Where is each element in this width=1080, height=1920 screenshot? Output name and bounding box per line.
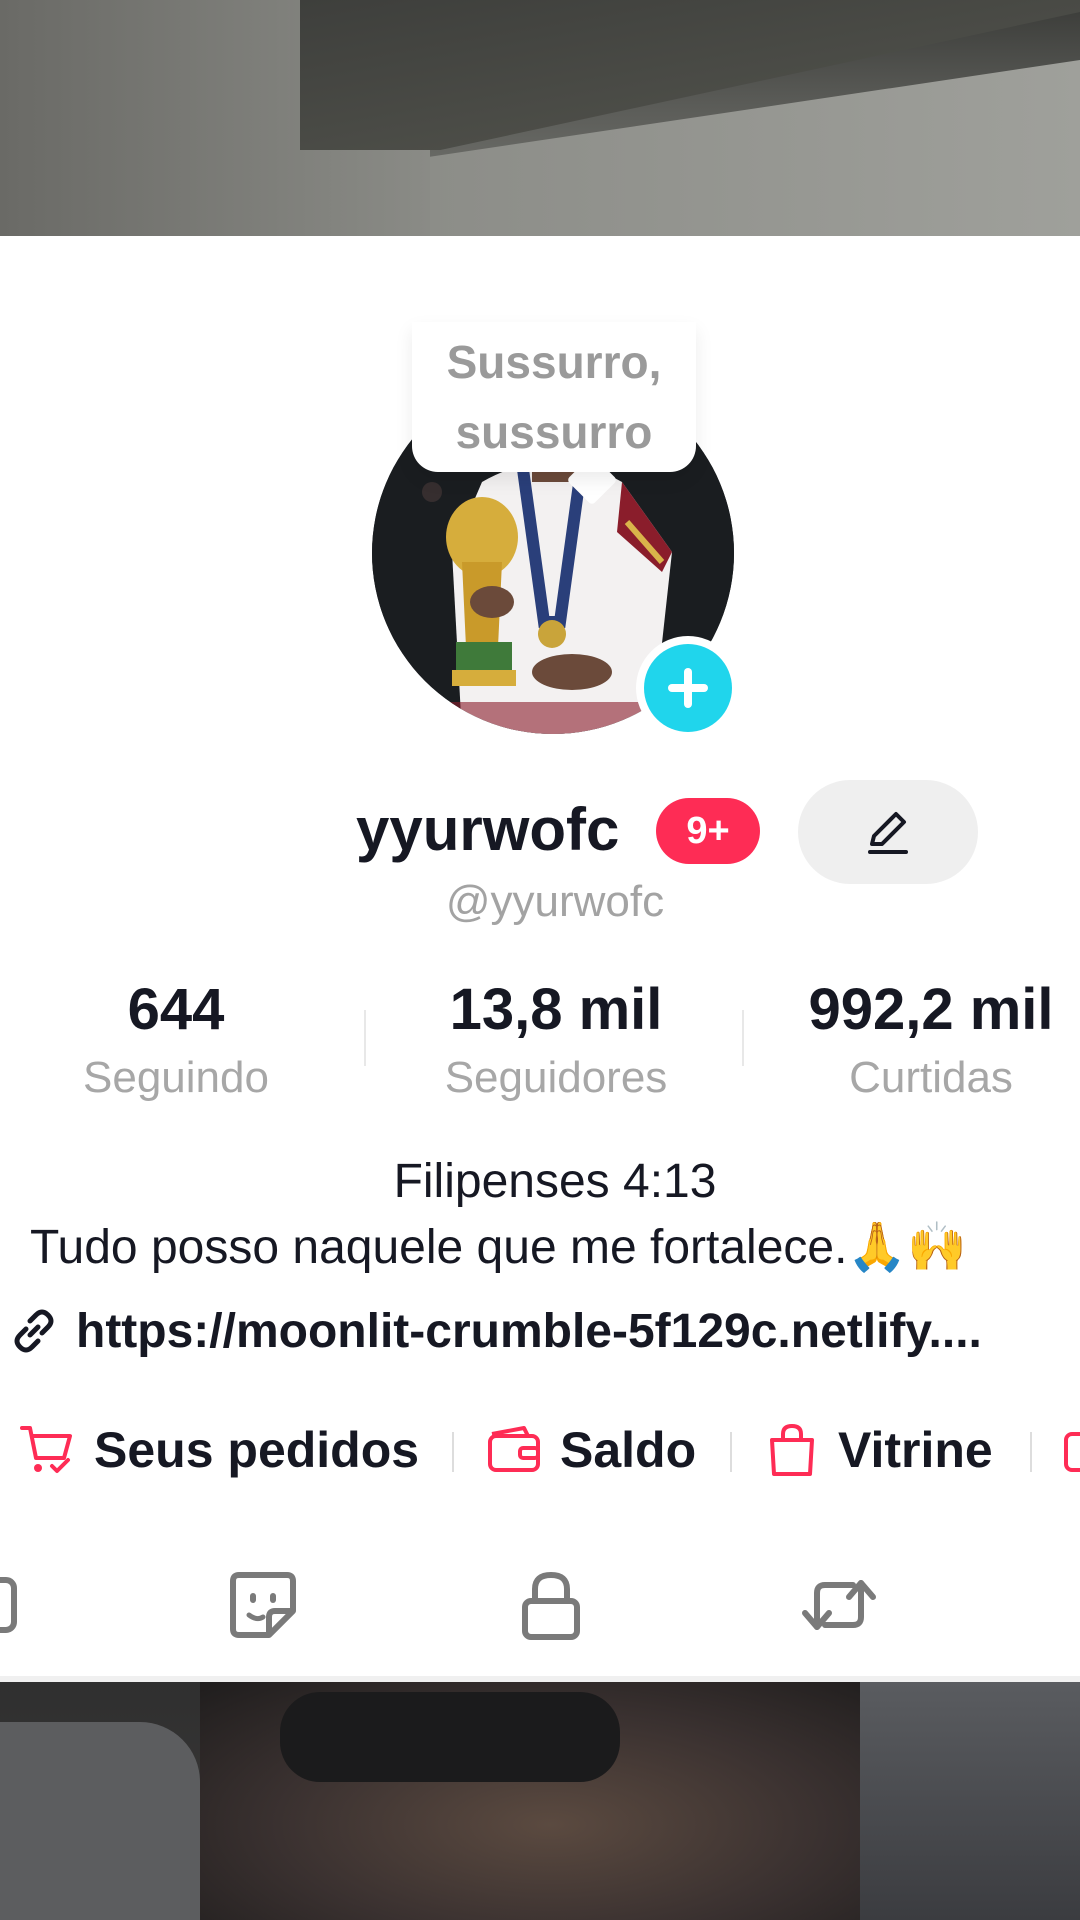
balance-button[interactable]: Saldo <box>484 1410 696 1490</box>
add-story-button[interactable] <box>636 636 740 740</box>
stats-divider <box>742 1010 744 1066</box>
link-icon <box>14 1309 54 1353</box>
lock-icon <box>522 1571 580 1640</box>
bubble-line-2: sussurro <box>455 406 653 458</box>
stats-divider <box>364 1010 366 1066</box>
profile-link[interactable]: https://moonlit-crumble-5f129c.netlify..… <box>6 1296 1080 1366</box>
shop-separator <box>1030 1432 1032 1472</box>
pencil-icon <box>868 812 908 854</box>
bio-line-1: Filipenses 4:13 <box>393 1155 717 1208</box>
background-video-top <box>0 0 1080 236</box>
tab-stickers[interactable] <box>218 1560 308 1650</box>
shop-separator <box>730 1432 732 1472</box>
background-video-bottom <box>0 1682 1080 1920</box>
stat-following[interactable]: 644 Seguindo <box>54 970 298 1106</box>
stat-followers[interactable]: 13,8 mil Seguidores <box>414 970 698 1106</box>
card-divider <box>0 1676 1080 1682</box>
user-handle: @yyurwofc <box>445 877 665 926</box>
repost-icon <box>802 1580 876 1630</box>
tab-reposts[interactable] <box>794 1560 884 1650</box>
tab-videos[interactable] <box>0 1560 30 1650</box>
followers-count: 13,8 mil <box>449 977 663 1042</box>
followers-label: Seguidores <box>444 1053 668 1102</box>
status-bubble[interactable]: Sussurro, sussurro <box>412 322 696 472</box>
screen: Sussurro, sussurro yyurwofc 9+ @yyurwofc… <box>0 0 1080 1920</box>
plus-icon <box>668 668 708 708</box>
shopping-bag-icon <box>770 1423 814 1476</box>
orders-button[interactable]: Seus pedidos <box>18 1410 419 1490</box>
notification-badge[interactable]: 9+ <box>656 798 760 864</box>
link-text: https://moonlit-crumble-5f129c.netlify..… <box>76 1304 982 1358</box>
stats-row: 644 Seguindo 13,8 mil Seguidores 992,2 m… <box>0 970 1080 1110</box>
following-count: 644 <box>127 977 225 1042</box>
shop-partial-icon <box>1064 1432 1080 1472</box>
shop-row: Seus pedidos Saldo Vitrine <box>0 1410 1080 1490</box>
bio-line-2: Tudo posso naquele que me fortalece.🙏🙌 <box>30 1221 967 1274</box>
cart-icon <box>20 1426 72 1473</box>
showcase-button[interactable]: Vitrine <box>762 1410 993 1490</box>
bubble-line-1: Sussurro, <box>446 336 662 388</box>
shop-separator <box>452 1432 454 1472</box>
likes-count: 992,2 mil <box>808 977 1054 1042</box>
following-label: Seguindo <box>83 1053 269 1102</box>
likes-label: Curtidas <box>849 1053 1013 1102</box>
orders-label: Seus pedidos <box>94 1422 420 1478</box>
content-tabs <box>0 1560 1080 1650</box>
tab-private[interactable] <box>506 1560 596 1650</box>
edit-profile-button[interactable] <box>798 780 978 884</box>
name-row: yyurwofc 9+ <box>0 780 1080 884</box>
sticker-icon <box>230 1572 296 1638</box>
more-shop-button[interactable] <box>1060 1410 1080 1490</box>
wallet-icon <box>488 1426 540 1472</box>
showcase-label: Vitrine <box>838 1422 993 1478</box>
balance-label: Saldo <box>560 1422 697 1478</box>
grid-icon <box>0 1577 17 1633</box>
username: yyurwofc <box>356 796 620 863</box>
stat-likes[interactable]: 992,2 mil Curtidas <box>782 970 1080 1106</box>
